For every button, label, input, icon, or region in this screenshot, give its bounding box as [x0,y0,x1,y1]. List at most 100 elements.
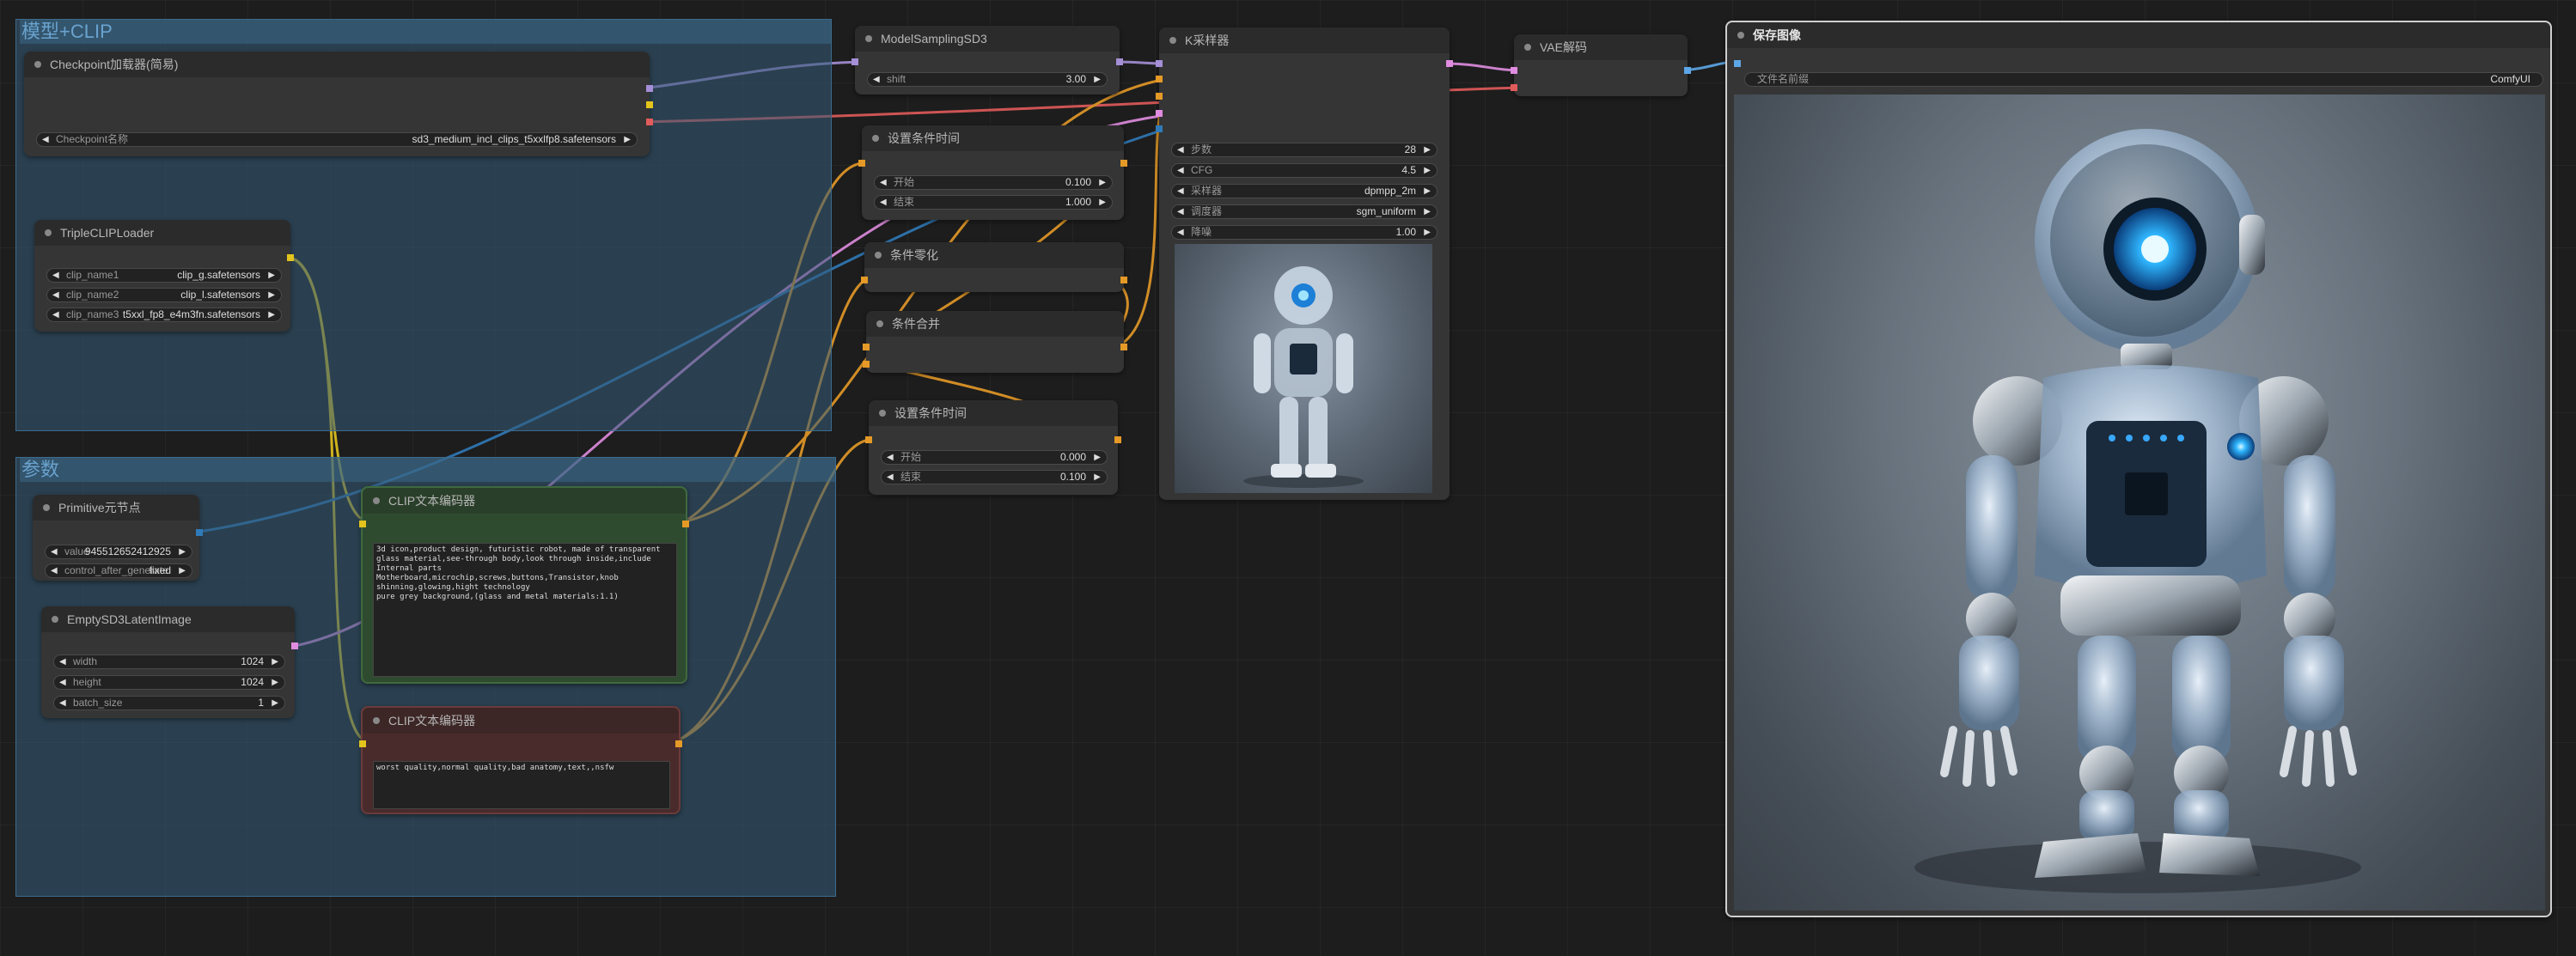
denoise-number[interactable]: ◀ 降噪 1.00 ▶ [1171,225,1438,240]
node-primitive[interactable]: Primitive元节点 ◀ value 945512652412925 ▶ ◀… [33,495,203,581]
node-vae-decode[interactable]: VAE解码 [1511,34,1691,96]
output-image-slot[interactable] [1684,67,1691,74]
node-model-sampling-sd3[interactable]: ModelSamplingSD3 ◀ shift 3.00 ▶ [852,26,1123,94]
shift-number[interactable]: ◀ shift 3.00 ▶ [867,72,1108,87]
node-cond-set-timestep-1[interactable]: 设置条件时间 ◀ 开始 0.100 ▶ ◀ 结束 1.000 ▶ [858,125,1127,220]
control-after-generate-combo[interactable]: ◀ control_after_generate fixed ▶ [45,563,192,578]
seed-value-number[interactable]: ◀ value 945512652412925 ▶ [45,545,192,559]
collapse-dot[interactable] [872,135,879,142]
arrow-right-icon[interactable]: ▶ [1424,226,1431,239]
arrow-left-icon[interactable]: ◀ [52,289,59,301]
node-checkpoint-loader[interactable]: Checkpoint加载器(简易) ◀ Checkpoint名称 sd3_med… [24,52,653,156]
arrow-right-icon[interactable]: ▶ [1099,176,1106,189]
steps-number[interactable]: ◀ 步数 28 ▶ [1171,143,1438,157]
output-latent-slot[interactable] [291,642,298,649]
clip-name3-combo[interactable]: ◀ clip_name3 t5xxl_fp8_e4m3fn.safetensor… [46,308,282,322]
output-int-slot[interactable] [196,529,203,536]
clip-name2-combo[interactable]: ◀ clip_name2 clip_l.safetensors ▶ [46,288,282,302]
arrow-right-icon[interactable]: ▶ [272,697,278,709]
arrow-left-icon[interactable]: ◀ [59,676,66,689]
arrow-left-icon[interactable]: ◀ [1177,226,1184,239]
input-positive-slot[interactable] [1156,76,1163,82]
collapse-dot[interactable] [865,35,872,42]
arrow-right-icon[interactable]: ▶ [179,564,186,577]
arrow-right-icon[interactable]: ▶ [272,655,278,668]
start-number[interactable]: ◀ 开始 0.100 ▶ [874,175,1113,190]
input-conditioning-slot[interactable] [865,436,872,443]
arrow-right-icon[interactable]: ▶ [268,269,275,282]
arrow-right-icon[interactable]: ▶ [1094,73,1101,86]
arrow-left-icon[interactable]: ◀ [59,697,66,709]
arrow-left-icon[interactable]: ◀ [52,269,59,282]
arrow-left-icon[interactable]: ◀ [1177,143,1184,156]
input-model-slot[interactable] [1156,60,1163,67]
input-negative-slot[interactable] [1156,93,1163,100]
node-cond-set-timestep-2[interactable]: 设置条件时间 ◀ 开始 0.000 ▶ ◀ 结束 0.100 ▶ [865,400,1121,495]
node-clip-text-negative[interactable]: CLIP文本编码器 worst quality,normal quality,b… [359,706,682,814]
input-latent-slot[interactable] [1156,110,1163,117]
output-clip-slot[interactable] [287,254,294,261]
arrow-left-icon[interactable]: ◀ [42,133,49,146]
input-model-slot[interactable] [852,58,858,65]
arrow-left-icon[interactable]: ◀ [1177,164,1184,177]
end-number[interactable]: ◀ 结束 1.000 ▶ [874,195,1113,210]
filename-prefix-input[interactable]: 文件名前缀 ComfyUI [1744,72,2543,87]
arrow-right-icon[interactable]: ▶ [179,545,186,558]
output-vae-slot[interactable] [646,119,653,125]
node-clip-text-positive[interactable]: CLIP文本编码器 3d icon,product design, futuri… [359,486,689,684]
output-model-slot[interactable] [646,85,653,92]
node-cond-zero-out[interactable]: 条件零化 [861,242,1127,292]
input-conditioning1-slot[interactable] [863,344,870,350]
collapse-dot[interactable] [373,717,380,724]
collapse-dot[interactable] [1524,44,1531,51]
arrow-left-icon[interactable]: ◀ [873,73,880,86]
output-conditioning-slot[interactable] [1120,277,1127,283]
end-number[interactable]: ◀ 结束 0.100 ▶ [881,470,1108,484]
input-vae-slot[interactable] [1511,84,1517,91]
node-triple-clip-loader[interactable]: TripleCLIPLoader ◀ clip_name1 clip_g.saf… [34,220,294,332]
collapse-dot[interactable] [34,61,41,68]
input-clip-slot[interactable] [359,740,366,747]
output-conditioning-slot[interactable] [675,740,682,747]
input-samples-slot[interactable] [1511,67,1517,74]
collapse-dot[interactable] [43,504,50,511]
arrow-left-icon[interactable]: ◀ [51,545,58,558]
input-conditioning2-slot[interactable] [863,361,870,368]
input-conditioning-slot[interactable] [861,277,868,283]
arrow-right-icon[interactable]: ▶ [1424,205,1431,218]
input-images-slot[interactable] [1734,60,1741,67]
node-cond-combine[interactable]: 条件合并 [863,311,1127,373]
sampler-combo[interactable]: ◀ 采样器 dpmpp_2m ▶ [1171,184,1438,198]
collapse-dot[interactable] [1169,37,1176,44]
scheduler-combo[interactable]: ◀ 调度器 sgm_uniform ▶ [1171,204,1438,219]
arrow-right-icon[interactable]: ▶ [1424,143,1431,156]
node-empty-latent[interactable]: EmptySD3LatentImage ◀ width 1024 ▶ ◀ hei… [41,606,298,718]
node-save-image[interactable]: 保存图像 文件名前缀 ComfyUI [1725,21,2552,917]
output-conditioning-slot[interactable] [1114,436,1121,443]
arrow-right-icon[interactable]: ▶ [1424,164,1431,177]
start-number[interactable]: ◀ 开始 0.000 ▶ [881,450,1108,465]
input-clip-slot[interactable] [359,521,366,527]
prompt-textarea[interactable]: worst quality,normal quality,bad anatomy… [373,761,670,809]
collapse-dot[interactable] [1737,32,1744,39]
arrow-left-icon[interactable]: ◀ [59,655,66,668]
clip-name1-combo[interactable]: ◀ clip_name1 clip_g.safetensors ▶ [46,268,282,283]
node-ksampler[interactable]: K采样器 ◀ 步数 28 ▶ ◀ CFG 4.5 ▶ ◀ 采样器 dpmpp_2… [1156,27,1453,500]
arrow-left-icon[interactable]: ◀ [52,308,59,321]
arrow-right-icon[interactable]: ▶ [268,289,275,301]
output-model-slot[interactable] [1116,58,1123,65]
prompt-textarea[interactable]: 3d icon,product design, futuristic robot… [373,543,677,677]
arrow-right-icon[interactable]: ▶ [624,133,631,146]
input-seed-slot[interactable] [1156,125,1163,132]
arrow-right-icon[interactable]: ▶ [1424,185,1431,198]
arrow-left-icon[interactable]: ◀ [887,471,894,484]
arrow-left-icon[interactable]: ◀ [51,564,58,577]
arrow-left-icon[interactable]: ◀ [880,176,887,189]
height-number[interactable]: ◀ height 1024 ▶ [53,675,285,690]
collapse-dot[interactable] [879,410,886,417]
width-number[interactable]: ◀ width 1024 ▶ [53,655,285,669]
output-latent-slot[interactable] [1446,60,1453,67]
cfg-number[interactable]: ◀ CFG 4.5 ▶ [1171,163,1438,178]
arrow-right-icon[interactable]: ▶ [1099,196,1106,209]
collapse-dot[interactable] [52,616,58,623]
